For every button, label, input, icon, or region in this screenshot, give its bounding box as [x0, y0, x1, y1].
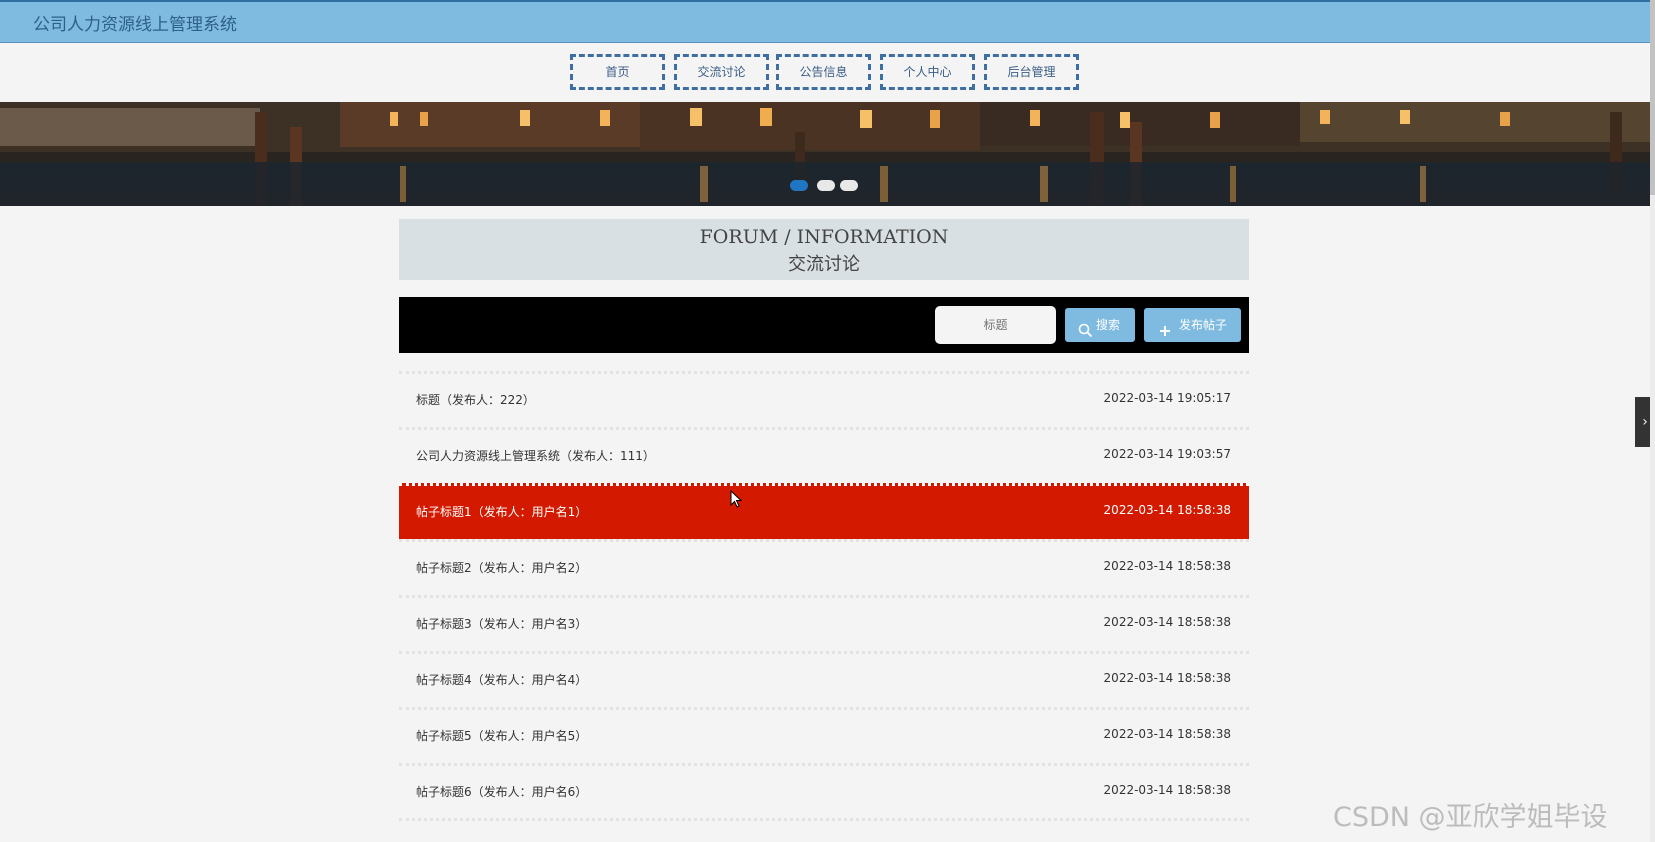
post-title: 帖子标题3（发布人：用户名3） — [416, 617, 588, 631]
publish-post-button[interactable]: 发布帖子 — [1144, 308, 1241, 342]
post-row[interactable]: 帖子标题4（发布人：用户名4） 2022-03-14 18:58:38 — [399, 651, 1249, 707]
post-title: 标题（发布人：222） — [416, 393, 535, 407]
post-title: 帖子标题5（发布人：用户名5） — [416, 729, 588, 743]
post-row[interactable]: 帖子标题2（发布人：用户名2） 2022-03-14 18:58:38 — [399, 539, 1249, 595]
plus-icon — [1158, 317, 1172, 351]
post-title: 帖子标题6（发布人：用户名6） — [416, 785, 588, 799]
search-toolbar: 搜索 发布帖子 — [399, 297, 1249, 353]
search-icon — [1078, 317, 1093, 351]
post-title: 帖子标题4（发布人：用户名4） — [416, 673, 588, 687]
scrollbar-thumb[interactable] — [1650, 0, 1655, 195]
post-row[interactable]: 帖子标题3（发布人：用户名3） 2022-03-14 18:58:38 — [399, 595, 1249, 651]
publish-post-label: 发布帖子 — [1179, 318, 1228, 332]
carousel-dot-1[interactable] — [790, 180, 808, 191]
post-time: 2022-03-14 18:58:38 — [1103, 783, 1231, 797]
carousel-dot-2[interactable] — [817, 180, 835, 191]
section-title-en: FORUM / INFORMATION — [699, 226, 949, 248]
nav-item-announcements[interactable]: 公告信息 — [776, 54, 871, 90]
post-title: 帖子标题1（发布人：用户名1） — [416, 505, 588, 519]
nav-item-home[interactable]: 首页 — [570, 54, 665, 90]
post-row[interactable]: 帖子标题5（发布人：用户名5） 2022-03-14 18:58:38 — [399, 707, 1249, 763]
search-button[interactable]: 搜索 — [1065, 308, 1135, 342]
post-row-hovered[interactable]: 帖子标题1（发布人：用户名1） 2022-03-14 18:58:38 — [399, 483, 1249, 539]
post-time: 2022-03-14 18:58:38 — [1103, 503, 1231, 517]
nav-item-admin[interactable]: 后台管理 — [984, 54, 1079, 90]
section-title-zh: 交流讨论 — [788, 254, 860, 275]
post-time: 2022-03-14 18:58:38 — [1103, 671, 1231, 685]
post-time: 2022-03-14 19:03:57 — [1103, 447, 1231, 461]
top-header: 公司人力资源线上管理系统 — [0, 0, 1650, 43]
post-row[interactable]: 标题（发布人：222） 2022-03-14 19:05:17 — [399, 371, 1249, 427]
list-divider — [399, 818, 1249, 821]
post-title: 公司人力资源线上管理系统（发布人：111） — [416, 449, 655, 463]
section-header: FORUM / INFORMATION 交流讨论 — [399, 219, 1249, 280]
carousel-dot-3[interactable] — [840, 180, 858, 191]
page: 公司人力资源线上管理系统 首页 交流讨论 公告信息 个人中心 后台管理 FORU… — [0, 0, 1655, 842]
post-title: 帖子标题2（发布人：用户名2） — [416, 561, 588, 575]
site-title: 公司人力资源线上管理系统 — [33, 15, 237, 35]
post-time: 2022-03-14 18:58:38 — [1103, 559, 1231, 573]
search-input[interactable] — [935, 306, 1056, 344]
post-time: 2022-03-14 18:58:38 — [1103, 615, 1231, 629]
search-button-label: 搜索 — [1096, 318, 1121, 332]
mouse-cursor-icon — [730, 489, 743, 512]
chevron-right-icon: › — [1642, 414, 1648, 430]
nav-item-forum[interactable]: 交流讨论 — [674, 54, 769, 90]
post-time: 2022-03-14 19:05:17 — [1103, 391, 1231, 405]
post-row[interactable]: 公司人力资源线上管理系统（发布人：111） 2022-03-14 19:03:5… — [399, 427, 1249, 483]
post-row[interactable]: 帖子标题6（发布人：用户名6） 2022-03-14 18:58:38 — [399, 763, 1249, 819]
watermark: CSDN @亚欣学姐毕设 — [1333, 802, 1608, 833]
nav-item-personal-center[interactable]: 个人中心 — [880, 54, 975, 90]
post-time: 2022-03-14 18:58:38 — [1103, 727, 1231, 741]
main-nav: 首页 交流讨论 公告信息 个人中心 后台管理 — [0, 52, 1650, 92]
